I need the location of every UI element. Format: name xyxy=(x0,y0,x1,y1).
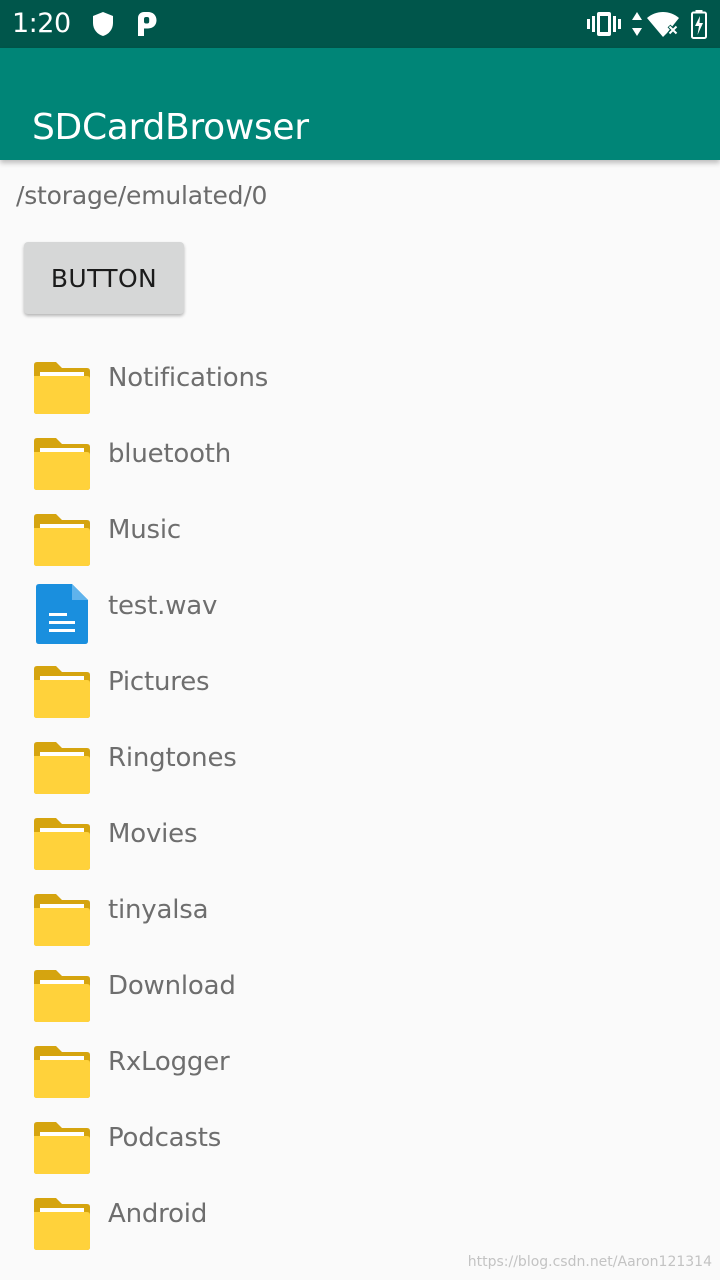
file-list-item[interactable]: Movies xyxy=(0,796,720,872)
document-icon xyxy=(36,584,88,644)
vibrate-icon xyxy=(587,12,621,36)
app-title: SDCardBrowser xyxy=(32,107,309,149)
folder-icon xyxy=(34,1198,90,1250)
shield-icon xyxy=(93,12,113,36)
wifi-icon xyxy=(647,12,679,37)
file-list-item[interactable]: RxLogger xyxy=(0,1024,720,1100)
folder-icon xyxy=(34,894,90,946)
file-name: Music xyxy=(108,515,181,545)
status-bar: 1:20 xyxy=(0,0,720,48)
file-list-item[interactable]: Pictures xyxy=(0,644,720,720)
watermark: https://blog.csdn.net/Aaron121314 xyxy=(467,1254,712,1270)
p-icon xyxy=(138,12,157,36)
file-list-item[interactable]: tinyalsa xyxy=(0,872,720,948)
file-list-item[interactable]: Download xyxy=(0,948,720,1024)
file-list-item[interactable]: bluetooth xyxy=(0,416,720,492)
file-name: Movies xyxy=(108,819,198,849)
file-list-item[interactable]: Podcasts xyxy=(0,1100,720,1176)
file-list-item[interactable]: Notifications xyxy=(0,340,720,416)
file-list-item[interactable]: Ringtones xyxy=(0,720,720,796)
app-bar: SDCardBrowser xyxy=(0,48,720,160)
file-name: RxLogger xyxy=(108,1047,230,1077)
folder-icon xyxy=(34,818,90,870)
folder-icon xyxy=(34,438,90,490)
file-list-item[interactable]: Android xyxy=(0,1176,720,1252)
folder-icon xyxy=(34,362,90,414)
file-name: Download xyxy=(108,971,236,1001)
file-name: Android xyxy=(108,1199,208,1229)
status-time: 1:20 xyxy=(12,8,71,39)
file-name: Pictures xyxy=(108,667,210,697)
file-list-item[interactable]: test.wav xyxy=(0,568,720,644)
folder-icon xyxy=(34,970,90,1022)
folder-icon xyxy=(34,666,90,718)
file-name: test.wav xyxy=(108,591,218,621)
current-path: /storage/emulated/0 xyxy=(16,181,268,210)
folder-icon xyxy=(34,742,90,794)
file-list: Notifications bluetooth Music test.wav P… xyxy=(0,340,720,1252)
action-button[interactable]: BUTTON xyxy=(24,242,184,314)
file-name: Ringtones xyxy=(108,743,237,773)
folder-icon xyxy=(34,514,90,566)
file-name: bluetooth xyxy=(108,439,232,469)
folder-icon xyxy=(34,1046,90,1098)
battery-charging-icon xyxy=(691,10,707,39)
folder-icon xyxy=(34,1122,90,1174)
data-arrows-icon xyxy=(632,12,642,36)
file-name: Podcasts xyxy=(108,1123,222,1153)
file-name: Notifications xyxy=(108,363,269,393)
file-list-item[interactable]: Music xyxy=(0,492,720,568)
file-name: tinyalsa xyxy=(108,895,209,925)
